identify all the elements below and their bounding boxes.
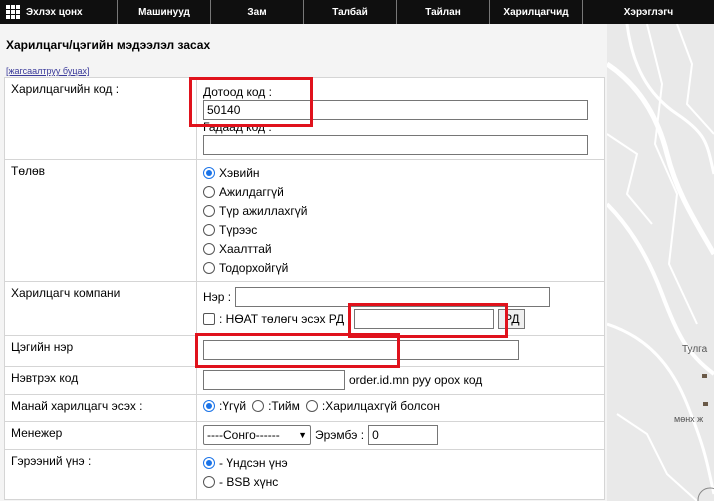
vat-checkbox[interactable] — [203, 313, 215, 325]
map-label-munkh: мөнх ж — [674, 414, 704, 424]
customer-form: Харилцагчийн код : Дотоод код : Гадаад к… — [4, 77, 605, 500]
nav-vehicles[interactable]: Машинууд — [118, 0, 211, 24]
company-name-input[interactable] — [235, 287, 551, 307]
our-customer-radio-yes[interactable] — [252, 400, 265, 412]
map-roads — [607, 24, 714, 501]
status-radio-normal[interactable] — [203, 166, 215, 179]
status-option-label: Түр ажиллахгүй — [219, 203, 308, 218]
login-code-label: Нэвтрэх код — [4, 366, 197, 395]
price-option-label: - BSB хүнс — [219, 474, 279, 489]
company-label: Харилцагч компани — [4, 281, 197, 336]
map-label-tulga: Тулга — [682, 344, 708, 355]
login-code-input[interactable] — [203, 370, 345, 390]
contract-price-label: Гэрээний үнэ : — [4, 449, 197, 500]
status-option-normal[interactable]: Хэвийн — [203, 163, 598, 182]
our-customer-option-label: :Харилцахгүй болсон — [321, 399, 440, 413]
price-radio-bsb[interactable] — [203, 475, 215, 488]
status-label: Төлөв — [4, 159, 197, 282]
status-option-unknown[interactable]: Тодорхойгүй — [203, 258, 598, 277]
main-panel: Харилцагч/цэгийн мэдээлэл засах [жагсаал… — [0, 24, 607, 501]
back-to-list-link[interactable]: [жагсаалтруу буцах] — [6, 66, 90, 76]
our-customer-option-label: :Үгүй — [219, 399, 247, 413]
status-radio-closed[interactable] — [203, 242, 215, 255]
status-option-rental[interactable]: Түрээс — [203, 220, 598, 239]
internal-code-label: Дотоод код : — [203, 85, 272, 99]
rank-label: Эрэмбэ : — [315, 428, 365, 442]
company-name-label: Нэр : — [203, 290, 232, 304]
row-point-name: Цэгийн нэр — [4, 335, 605, 367]
nav-customers[interactable]: Харилцагчид — [490, 0, 583, 24]
manager-select-value: ----Сонго------ — [207, 428, 280, 442]
nav-users[interactable]: Хэрэглэгч — [583, 0, 714, 24]
status-option-label: Түрээс — [219, 222, 258, 237]
our-customer-option-label: :Тийм — [268, 399, 300, 413]
map-view[interactable]: Тулга мөнх ж — [607, 24, 714, 501]
chevron-down-icon: ▼ — [298, 430, 307, 440]
vat-row: : НӨАТ төлөгч эсэх РД РД — [203, 308, 598, 330]
status-option-label: Хэвийн — [219, 165, 260, 180]
manager-row: ----Сонго------ ▼ Эрэмбэ : — [203, 425, 598, 445]
rd-input[interactable] — [354, 309, 495, 329]
row-company: Харилцагч компани Нэр : : НӨАТ төлөгч эс… — [4, 281, 605, 336]
top-nav: Эхлэх цонх Машинууд Зам Талбай Тайлан Ха… — [0, 0, 714, 24]
nav-reports[interactable]: Тайлан — [397, 0, 490, 24]
status-option-label: Тодорхойгүй — [219, 260, 289, 275]
nav-customers-label: Харилцагчид — [503, 6, 569, 18]
row-our-customer: Манай харилцагч эсэх : :Үгүй :Тийм :Хари… — [4, 394, 605, 422]
login-code-hint: order.id.mn руу орох код — [349, 373, 483, 387]
row-status: Төлөв Хэвийн Ажилдаггүй Түр ажиллахгүй Т… — [4, 159, 605, 282]
status-radio-unknown[interactable] — [203, 261, 215, 274]
status-option-inactive[interactable]: Ажилдаггүй — [203, 182, 598, 201]
status-radio-inactive[interactable] — [203, 185, 215, 198]
price-radio-base[interactable] — [203, 456, 215, 469]
price-option-label: - Үндсэн үнэ — [219, 455, 288, 470]
rank-input[interactable] — [368, 425, 439, 445]
price-option-bsb[interactable]: - BSB хүнс — [203, 472, 598, 491]
point-name-input[interactable] — [203, 340, 519, 360]
nav-users-label: Хэрэглэгч — [623, 6, 674, 18]
rd-button[interactable]: РД — [498, 309, 526, 329]
internal-code-input[interactable] — [203, 100, 588, 120]
our-customer-radio-no[interactable] — [203, 400, 215, 412]
status-option-temp-closed[interactable]: Түр ажиллахгүй — [203, 201, 598, 220]
our-customer-radio-discontinued[interactable] — [305, 400, 318, 412]
vat-label: : НӨАТ төлөгч эсэх РД — [219, 312, 345, 326]
page-title: Харилцагч/цэгийн мэдээлэл засах — [6, 38, 211, 52]
nav-routes[interactable]: Зам — [211, 0, 304, 24]
status-option-label: Ажилдаггүй — [219, 184, 284, 199]
nav-reports-label: Тайлан — [425, 6, 461, 18]
external-code-label: Гадаад код : — [203, 120, 272, 134]
point-name-label: Цэгийн нэр — [4, 335, 197, 367]
row-login-code: Нэвтрэх код order.id.mn руу орох код — [4, 366, 605, 395]
nav-home-label: Эхлэх цонх — [26, 6, 83, 18]
external-code-input[interactable] — [203, 135, 588, 155]
customer-code-label: Харилцагчийн код : — [4, 77, 197, 160]
manager-select[interactable]: ----Сонго------ ▼ — [203, 425, 311, 445]
row-manager: Менежер ----Сонго------ ▼ Эрэмбэ : — [4, 421, 605, 450]
nav-areas-label: Талбай — [332, 6, 368, 18]
login-code-row: order.id.mn руу орох код — [203, 370, 598, 390]
status-radio-temp-closed[interactable] — [203, 204, 215, 217]
company-name-row: Нэр : — [203, 286, 598, 308]
nav-areas[interactable]: Талбай — [304, 0, 397, 24]
row-contract-price: Гэрээний үнэ : - Үндсэн үнэ - BSB хүнс — [4, 449, 605, 500]
nav-home[interactable]: Эхлэх цонх — [0, 0, 118, 24]
status-option-closed[interactable]: Хаалттай — [203, 239, 598, 258]
manager-label: Менежер — [4, 421, 197, 450]
status-radio-rental[interactable] — [203, 223, 215, 236]
row-customer-code: Харилцагчийн код : Дотоод код : Гадаад к… — [4, 77, 605, 160]
grid-icon — [6, 5, 20, 19]
nav-vehicles-label: Машинууд — [138, 6, 190, 18]
our-customer-label: Манай харилцагч эсэх : — [4, 394, 197, 422]
status-option-label: Хаалттай — [219, 241, 272, 256]
our-customer-options: :Үгүй :Тийм :Харилцахгүй болсон — [203, 399, 598, 413]
price-option-base[interactable]: - Үндсэн үнэ — [203, 453, 598, 472]
nav-routes-label: Зам — [247, 6, 267, 18]
